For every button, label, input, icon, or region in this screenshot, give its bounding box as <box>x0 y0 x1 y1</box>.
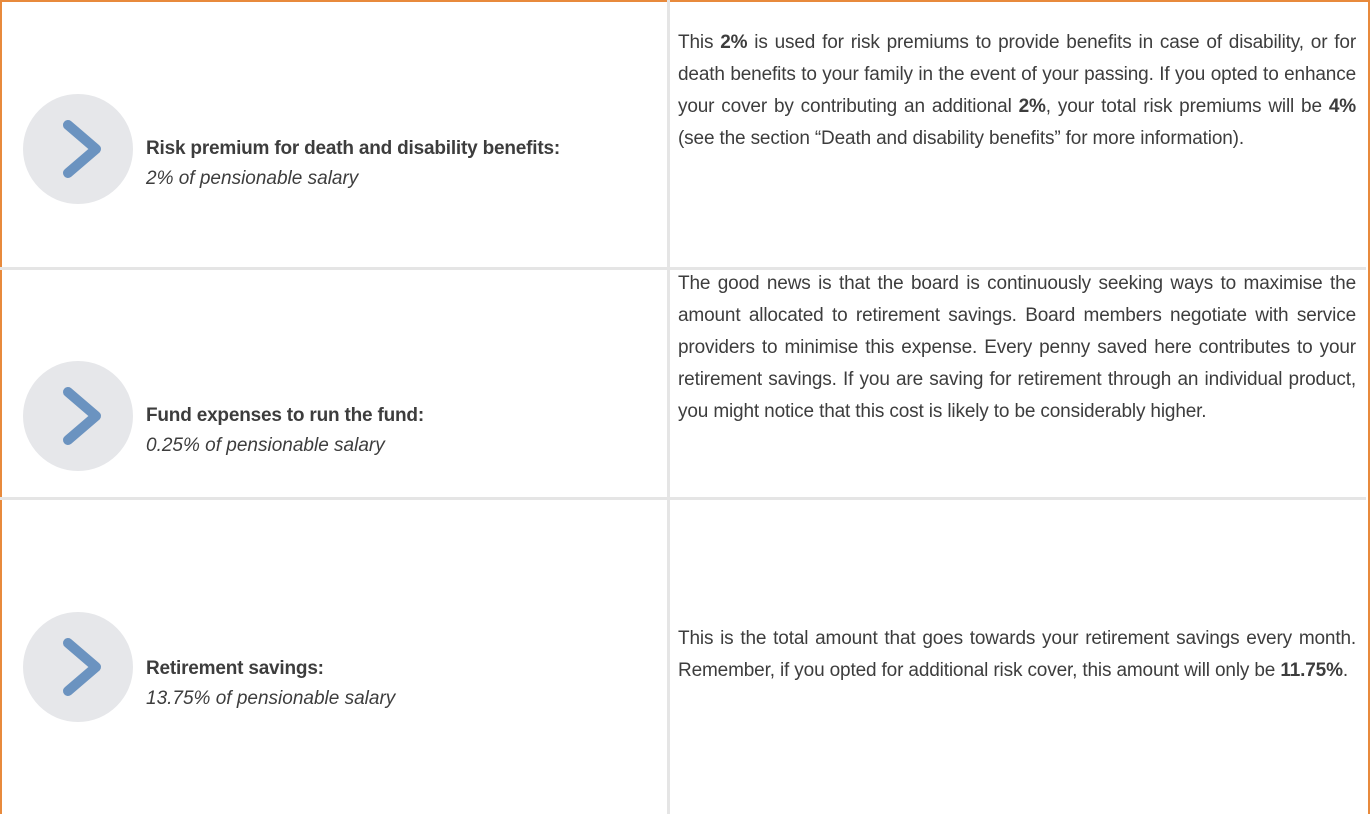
row-title: Fund expenses to run the fund: <box>146 405 424 426</box>
row-label: Fund expenses to run the fund: 0.25% of … <box>146 402 661 462</box>
chevron-right-icon <box>23 94 133 204</box>
table-row: Risk premium for death and disability be… <box>0 0 1366 267</box>
row-subtitle: 2% of pensionable salary <box>146 168 359 189</box>
row-subtitle: 13.75% of pensionable salary <box>146 688 396 709</box>
table-row: Retirement savings: 13.75% of pensionabl… <box>0 500 1366 814</box>
row-description: This 2% is used for risk premiums to pro… <box>678 32 1357 149</box>
row-label: Risk premium for death and disability be… <box>146 135 661 195</box>
row-title: Retirement savings: <box>146 658 324 679</box>
row-description: The good news is that the board is conti… <box>678 273 1356 422</box>
row-label: Retirement savings: 13.75% of pensionabl… <box>146 655 661 715</box>
row-subtitle: 0.25% of pensionable salary <box>146 435 385 456</box>
chevron-right-icon <box>23 361 133 471</box>
table-row: Fund expenses to run the fund: 0.25% of … <box>0 270 1366 497</box>
chevron-right-icon <box>23 612 133 722</box>
row-title: Risk premium for death and disability be… <box>146 138 560 159</box>
row-description: This is the total amount that goes towar… <box>678 628 1356 681</box>
